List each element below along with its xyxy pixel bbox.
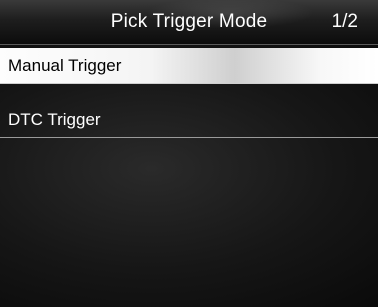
menu-item-label: Manual Trigger [8,56,122,75]
trigger-mode-menu: Manual Trigger DTC Trigger [0,48,378,138]
page-indicator: 1/2 [331,11,358,32]
screen: Pick Trigger Mode 1/2 Manual Trigger DTC… [0,0,378,307]
menu-item-manual-trigger[interactable]: Manual Trigger [0,48,378,84]
page-title: Pick Trigger Mode [110,11,268,32]
menu-item-dtc-trigger[interactable]: DTC Trigger [0,102,378,138]
title-bar: Pick Trigger Mode 1/2 [0,0,378,45]
menu-item-label: DTC Trigger [8,110,101,129]
